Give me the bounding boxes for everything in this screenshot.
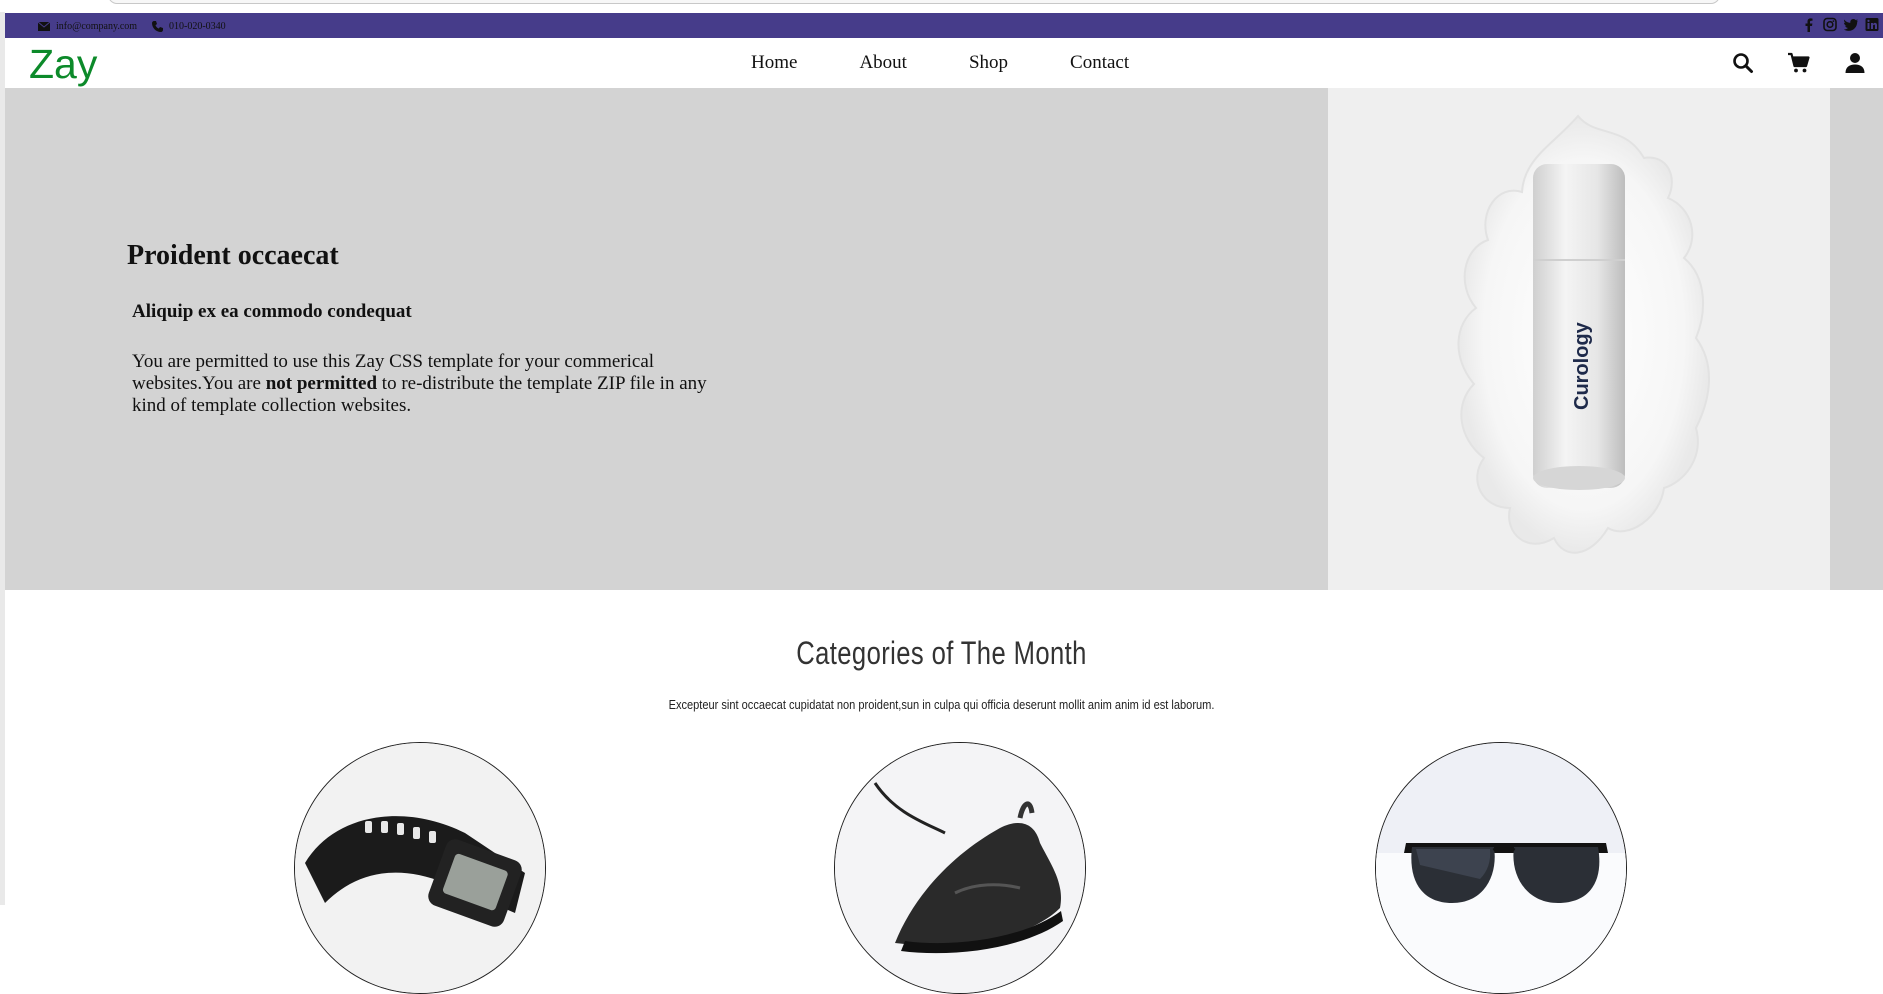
user-icon[interactable]: [1843, 51, 1867, 75]
hero-product-image: Curology: [1328, 88, 1830, 590]
category-watch-image[interactable]: [294, 742, 546, 994]
address-bar[interactable]: [108, 0, 1720, 4]
email-text: info@company.com: [56, 20, 138, 32]
browser-chrome-strip: [0, 0, 1883, 12]
search-icon[interactable]: [1731, 51, 1755, 75]
hero-subtitle: Aliquip ex ea commodo condequat: [132, 301, 412, 322]
facebook-icon[interactable]: [1802, 17, 1816, 32]
categories-subtitle: Excepteur sint occaecat cupidatat non pr…: [668, 697, 1215, 712]
linkedin-icon[interactable]: [1865, 17, 1879, 32]
categories-title: Categories of The Month: [796, 635, 1087, 671]
hero-text: You are permitted to use this Zay CSS te…: [132, 351, 722, 417]
nav-link-about[interactable]: About: [859, 52, 907, 74]
main-menu: Home About Shop Contact: [751, 52, 1129, 74]
main-navbar: Zay Home About Shop Contact: [5, 38, 1883, 88]
email-contact[interactable]: info@company.com: [38, 18, 137, 34]
nav-icons: [1731, 51, 1867, 75]
top-info-bar: info@company.com 010-020-0340: [5, 13, 1883, 38]
phone-text: 010-020-0340: [169, 20, 226, 32]
site-logo[interactable]: Zay: [29, 38, 97, 90]
nav-link-shop[interactable]: Shop: [969, 52, 1008, 74]
instagram-icon[interactable]: [1823, 17, 1837, 32]
social-links: [1802, 17, 1879, 32]
envelope-icon: [38, 21, 50, 31]
category-shoe-image[interactable]: [834, 742, 1086, 994]
hero-text-bold: not permitted: [265, 373, 378, 394]
product-label: Curology: [1571, 321, 1593, 410]
nav-link-contact[interactable]: Contact: [1070, 52, 1129, 74]
category-sunglasses-image[interactable]: [1375, 742, 1627, 994]
hero-banner: Proident occaecat Aliquip ex ea commodo …: [5, 88, 1883, 590]
nav-link-home[interactable]: Home: [751, 52, 797, 74]
cart-icon[interactable]: [1787, 51, 1811, 75]
phone-contact[interactable]: 010-020-0340: [152, 18, 226, 34]
hero-title: Proident occaecat: [127, 240, 339, 271]
twitter-icon[interactable]: [1843, 17, 1858, 32]
phone-icon: [152, 20, 163, 32]
